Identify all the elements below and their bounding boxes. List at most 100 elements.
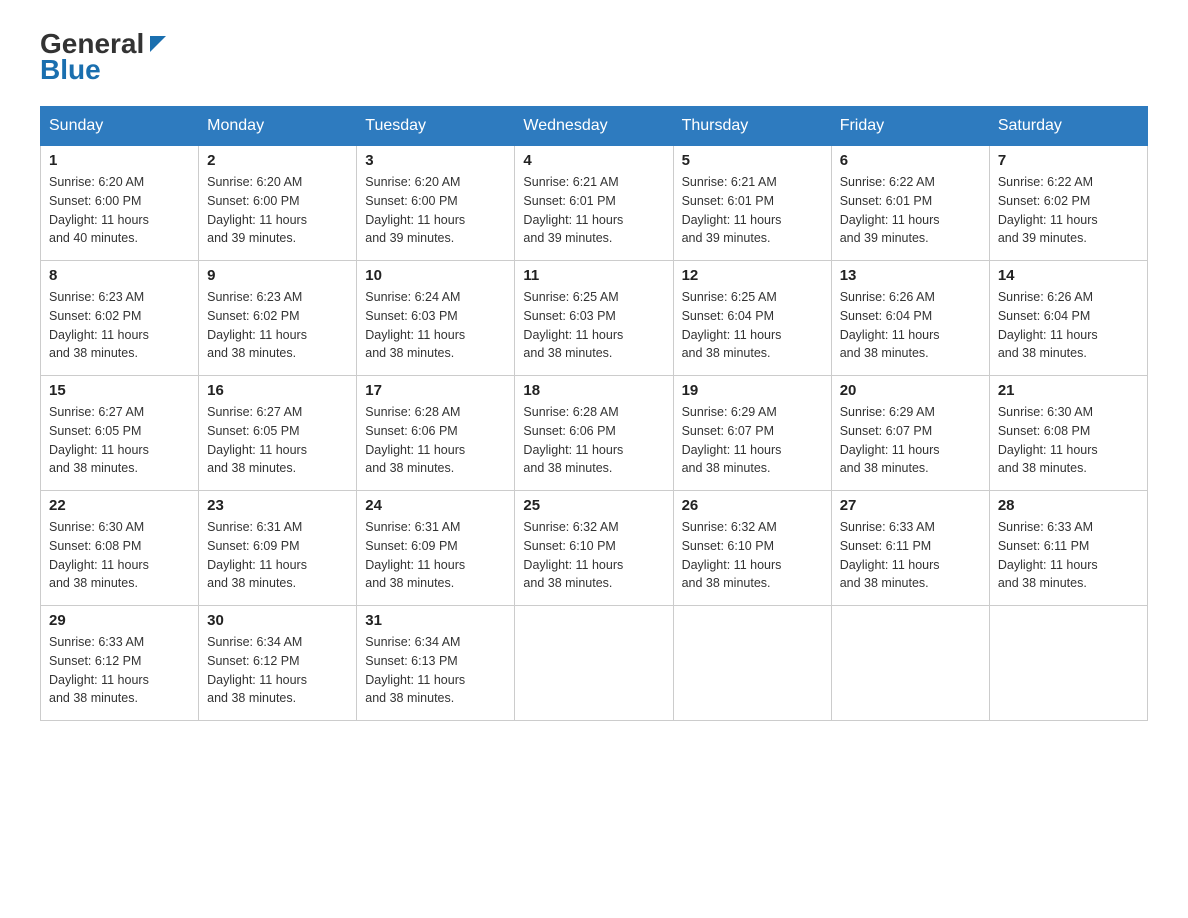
day-number: 8 xyxy=(49,267,190,284)
week-row-1: 1 Sunrise: 6:20 AM Sunset: 6:00 PM Dayli… xyxy=(41,146,1148,261)
day-number: 11 xyxy=(523,267,664,284)
day-info: Sunrise: 6:20 AM Sunset: 6:00 PM Dayligh… xyxy=(365,173,506,248)
calendar-cell: 10 Sunrise: 6:24 AM Sunset: 6:03 PM Dayl… xyxy=(357,261,515,376)
calendar-cell: 20 Sunrise: 6:29 AM Sunset: 6:07 PM Dayl… xyxy=(831,376,989,491)
day-info: Sunrise: 6:29 AM Sunset: 6:07 PM Dayligh… xyxy=(840,403,981,478)
day-number: 29 xyxy=(49,612,190,629)
day-info: Sunrise: 6:20 AM Sunset: 6:00 PM Dayligh… xyxy=(207,173,348,248)
calendar-cell: 16 Sunrise: 6:27 AM Sunset: 6:05 PM Dayl… xyxy=(199,376,357,491)
day-header-friday: Friday xyxy=(831,107,989,146)
day-number: 26 xyxy=(682,497,823,514)
day-number: 30 xyxy=(207,612,348,629)
calendar-cell: 24 Sunrise: 6:31 AM Sunset: 6:09 PM Dayl… xyxy=(357,491,515,606)
day-info: Sunrise: 6:23 AM Sunset: 6:02 PM Dayligh… xyxy=(49,288,190,363)
day-info: Sunrise: 6:27 AM Sunset: 6:05 PM Dayligh… xyxy=(207,403,348,478)
day-info: Sunrise: 6:30 AM Sunset: 6:08 PM Dayligh… xyxy=(998,403,1139,478)
day-info: Sunrise: 6:22 AM Sunset: 6:01 PM Dayligh… xyxy=(840,173,981,248)
page-header: General Blue xyxy=(40,30,1148,86)
day-number: 2 xyxy=(207,152,348,169)
calendar-header-row: SundayMondayTuesdayWednesdayThursdayFrid… xyxy=(41,107,1148,146)
day-number: 7 xyxy=(998,152,1139,169)
day-info: Sunrise: 6:27 AM Sunset: 6:05 PM Dayligh… xyxy=(49,403,190,478)
day-info: Sunrise: 6:26 AM Sunset: 6:04 PM Dayligh… xyxy=(840,288,981,363)
day-number: 19 xyxy=(682,382,823,399)
day-info: Sunrise: 6:29 AM Sunset: 6:07 PM Dayligh… xyxy=(682,403,823,478)
week-row-4: 22 Sunrise: 6:30 AM Sunset: 6:08 PM Dayl… xyxy=(41,491,1148,606)
day-number: 10 xyxy=(365,267,506,284)
calendar-cell: 15 Sunrise: 6:27 AM Sunset: 6:05 PM Dayl… xyxy=(41,376,199,491)
calendar-cell: 28 Sunrise: 6:33 AM Sunset: 6:11 PM Dayl… xyxy=(989,491,1147,606)
logo-blue: Blue xyxy=(40,54,101,86)
day-header-wednesday: Wednesday xyxy=(515,107,673,146)
calendar-cell: 30 Sunrise: 6:34 AM Sunset: 6:12 PM Dayl… xyxy=(199,606,357,721)
day-number: 23 xyxy=(207,497,348,514)
calendar-cell: 17 Sunrise: 6:28 AM Sunset: 6:06 PM Dayl… xyxy=(357,376,515,491)
day-info: Sunrise: 6:30 AM Sunset: 6:08 PM Dayligh… xyxy=(49,518,190,593)
day-number: 1 xyxy=(49,152,190,169)
logo: General Blue xyxy=(40,30,168,86)
day-info: Sunrise: 6:34 AM Sunset: 6:12 PM Dayligh… xyxy=(207,633,348,708)
day-number: 15 xyxy=(49,382,190,399)
calendar-cell: 9 Sunrise: 6:23 AM Sunset: 6:02 PM Dayli… xyxy=(199,261,357,376)
day-number: 27 xyxy=(840,497,981,514)
calendar-cell: 21 Sunrise: 6:30 AM Sunset: 6:08 PM Dayl… xyxy=(989,376,1147,491)
calendar-cell: 5 Sunrise: 6:21 AM Sunset: 6:01 PM Dayli… xyxy=(673,146,831,261)
calendar-cell xyxy=(989,606,1147,721)
day-number: 22 xyxy=(49,497,190,514)
calendar-cell: 7 Sunrise: 6:22 AM Sunset: 6:02 PM Dayli… xyxy=(989,146,1147,261)
day-info: Sunrise: 6:34 AM Sunset: 6:13 PM Dayligh… xyxy=(365,633,506,708)
day-info: Sunrise: 6:26 AM Sunset: 6:04 PM Dayligh… xyxy=(998,288,1139,363)
day-info: Sunrise: 6:31 AM Sunset: 6:09 PM Dayligh… xyxy=(365,518,506,593)
calendar-body: 1 Sunrise: 6:20 AM Sunset: 6:00 PM Dayli… xyxy=(41,146,1148,721)
calendar-cell: 14 Sunrise: 6:26 AM Sunset: 6:04 PM Dayl… xyxy=(989,261,1147,376)
calendar-cell: 26 Sunrise: 6:32 AM Sunset: 6:10 PM Dayl… xyxy=(673,491,831,606)
calendar-cell: 12 Sunrise: 6:25 AM Sunset: 6:04 PM Dayl… xyxy=(673,261,831,376)
day-number: 9 xyxy=(207,267,348,284)
day-header-saturday: Saturday xyxy=(989,107,1147,146)
calendar-cell: 4 Sunrise: 6:21 AM Sunset: 6:01 PM Dayli… xyxy=(515,146,673,261)
day-info: Sunrise: 6:20 AM Sunset: 6:00 PM Dayligh… xyxy=(49,173,190,248)
calendar-cell: 11 Sunrise: 6:25 AM Sunset: 6:03 PM Dayl… xyxy=(515,261,673,376)
day-number: 13 xyxy=(840,267,981,284)
calendar-cell: 25 Sunrise: 6:32 AM Sunset: 6:10 PM Dayl… xyxy=(515,491,673,606)
day-number: 12 xyxy=(682,267,823,284)
day-number: 16 xyxy=(207,382,348,399)
day-number: 18 xyxy=(523,382,664,399)
day-number: 4 xyxy=(523,152,664,169)
calendar-cell: 8 Sunrise: 6:23 AM Sunset: 6:02 PM Dayli… xyxy=(41,261,199,376)
day-info: Sunrise: 6:24 AM Sunset: 6:03 PM Dayligh… xyxy=(365,288,506,363)
day-info: Sunrise: 6:31 AM Sunset: 6:09 PM Dayligh… xyxy=(207,518,348,593)
calendar-cell xyxy=(831,606,989,721)
calendar-cell: 3 Sunrise: 6:20 AM Sunset: 6:00 PM Dayli… xyxy=(357,146,515,261)
calendar-cell: 13 Sunrise: 6:26 AM Sunset: 6:04 PM Dayl… xyxy=(831,261,989,376)
day-header-tuesday: Tuesday xyxy=(357,107,515,146)
day-info: Sunrise: 6:33 AM Sunset: 6:11 PM Dayligh… xyxy=(998,518,1139,593)
day-info: Sunrise: 6:25 AM Sunset: 6:04 PM Dayligh… xyxy=(682,288,823,363)
calendar-cell: 23 Sunrise: 6:31 AM Sunset: 6:09 PM Dayl… xyxy=(199,491,357,606)
day-header-monday: Monday xyxy=(199,107,357,146)
day-number: 21 xyxy=(998,382,1139,399)
week-row-5: 29 Sunrise: 6:33 AM Sunset: 6:12 PM Dayl… xyxy=(41,606,1148,721)
calendar-cell: 31 Sunrise: 6:34 AM Sunset: 6:13 PM Dayl… xyxy=(357,606,515,721)
calendar-table: SundayMondayTuesdayWednesdayThursdayFrid… xyxy=(40,106,1148,721)
calendar-cell: 2 Sunrise: 6:20 AM Sunset: 6:00 PM Dayli… xyxy=(199,146,357,261)
day-number: 17 xyxy=(365,382,506,399)
day-info: Sunrise: 6:21 AM Sunset: 6:01 PM Dayligh… xyxy=(523,173,664,248)
day-info: Sunrise: 6:21 AM Sunset: 6:01 PM Dayligh… xyxy=(682,173,823,248)
week-row-3: 15 Sunrise: 6:27 AM Sunset: 6:05 PM Dayl… xyxy=(41,376,1148,491)
calendar-cell xyxy=(673,606,831,721)
calendar-cell: 29 Sunrise: 6:33 AM Sunset: 6:12 PM Dayl… xyxy=(41,606,199,721)
day-header-sunday: Sunday xyxy=(41,107,199,146)
week-row-2: 8 Sunrise: 6:23 AM Sunset: 6:02 PM Dayli… xyxy=(41,261,1148,376)
calendar-cell: 1 Sunrise: 6:20 AM Sunset: 6:00 PM Dayli… xyxy=(41,146,199,261)
day-number: 20 xyxy=(840,382,981,399)
day-number: 28 xyxy=(998,497,1139,514)
day-info: Sunrise: 6:33 AM Sunset: 6:12 PM Dayligh… xyxy=(49,633,190,708)
calendar-cell xyxy=(515,606,673,721)
day-info: Sunrise: 6:28 AM Sunset: 6:06 PM Dayligh… xyxy=(365,403,506,478)
day-info: Sunrise: 6:28 AM Sunset: 6:06 PM Dayligh… xyxy=(523,403,664,478)
calendar-cell: 6 Sunrise: 6:22 AM Sunset: 6:01 PM Dayli… xyxy=(831,146,989,261)
day-info: Sunrise: 6:23 AM Sunset: 6:02 PM Dayligh… xyxy=(207,288,348,363)
day-number: 3 xyxy=(365,152,506,169)
day-header-thursday: Thursday xyxy=(673,107,831,146)
